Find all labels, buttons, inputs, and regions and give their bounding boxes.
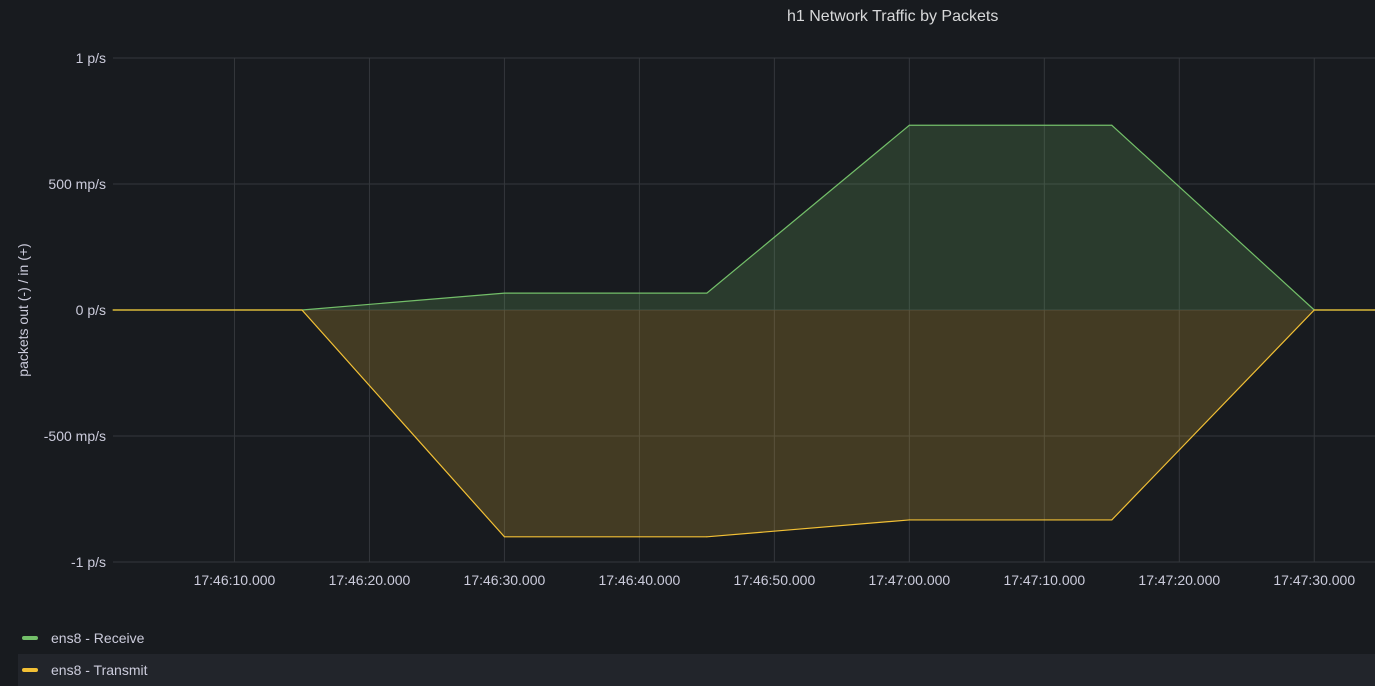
data-point-transmit [1111,519,1112,520]
x-tick-label: 17:46:50.000 [733,572,815,588]
y-tick-label: -1 p/s [71,554,106,570]
y-axis-title: packets out (-) / in (+) [15,243,31,376]
y-tick-label: -500 mp/s [44,428,106,444]
x-tick-label: 17:46:20.000 [329,572,411,588]
data-point-transmit [909,519,910,520]
chart-plot[interactable]: 1 p/s 500 mp/s 0 p/s -500 mp/s -1 p/s 17:46:1… [0,0,1375,620]
y-tick-label: 1 p/s [76,50,106,66]
graph-panel: h1 Network Traffic by Packets 1 p/s500 m… [0,0,1375,682]
legend-item-transmit[interactable]: ens8 - Transmit [18,654,1375,686]
data-point-transmit [504,536,505,537]
legend-item-receive[interactable]: ens8 - Receive [18,622,1375,654]
x-tick-label: 17:47:20.000 [1138,572,1220,588]
data-point-transmit [706,536,707,537]
data-point-receive [1111,125,1112,126]
legend-label-receive: ens8 - Receive [51,630,144,646]
data-point-transmit [113,310,114,311]
y-tick-label: 500 mp/s [48,176,106,192]
transmit-swatch-icon [22,668,38,672]
legend: ens8 - Receive ens8 - Transmit [0,622,1375,686]
area-receive [113,125,1375,310]
legend-label-transmit: ens8 - Transmit [51,662,147,678]
x-tick-label: 17:47:30.000 [1273,572,1355,588]
x-tick-label: 17:46:10.000 [194,572,276,588]
data-point-receive [909,125,910,126]
area-transmit [113,310,1375,537]
data-point-transmit [301,310,302,311]
x-tick-label: 17:47:00.000 [868,572,950,588]
data-point-receive [504,293,505,294]
data-point-transmit [1314,310,1315,311]
y-tick-label: 0 p/s [76,302,106,318]
receive-swatch-icon [22,636,38,640]
data-point-receive [706,293,707,294]
x-tick-label: 17:47:10.000 [1003,572,1085,588]
x-tick-label: 17:46:40.000 [599,572,681,588]
x-tick-label: 17:46:30.000 [464,572,546,588]
